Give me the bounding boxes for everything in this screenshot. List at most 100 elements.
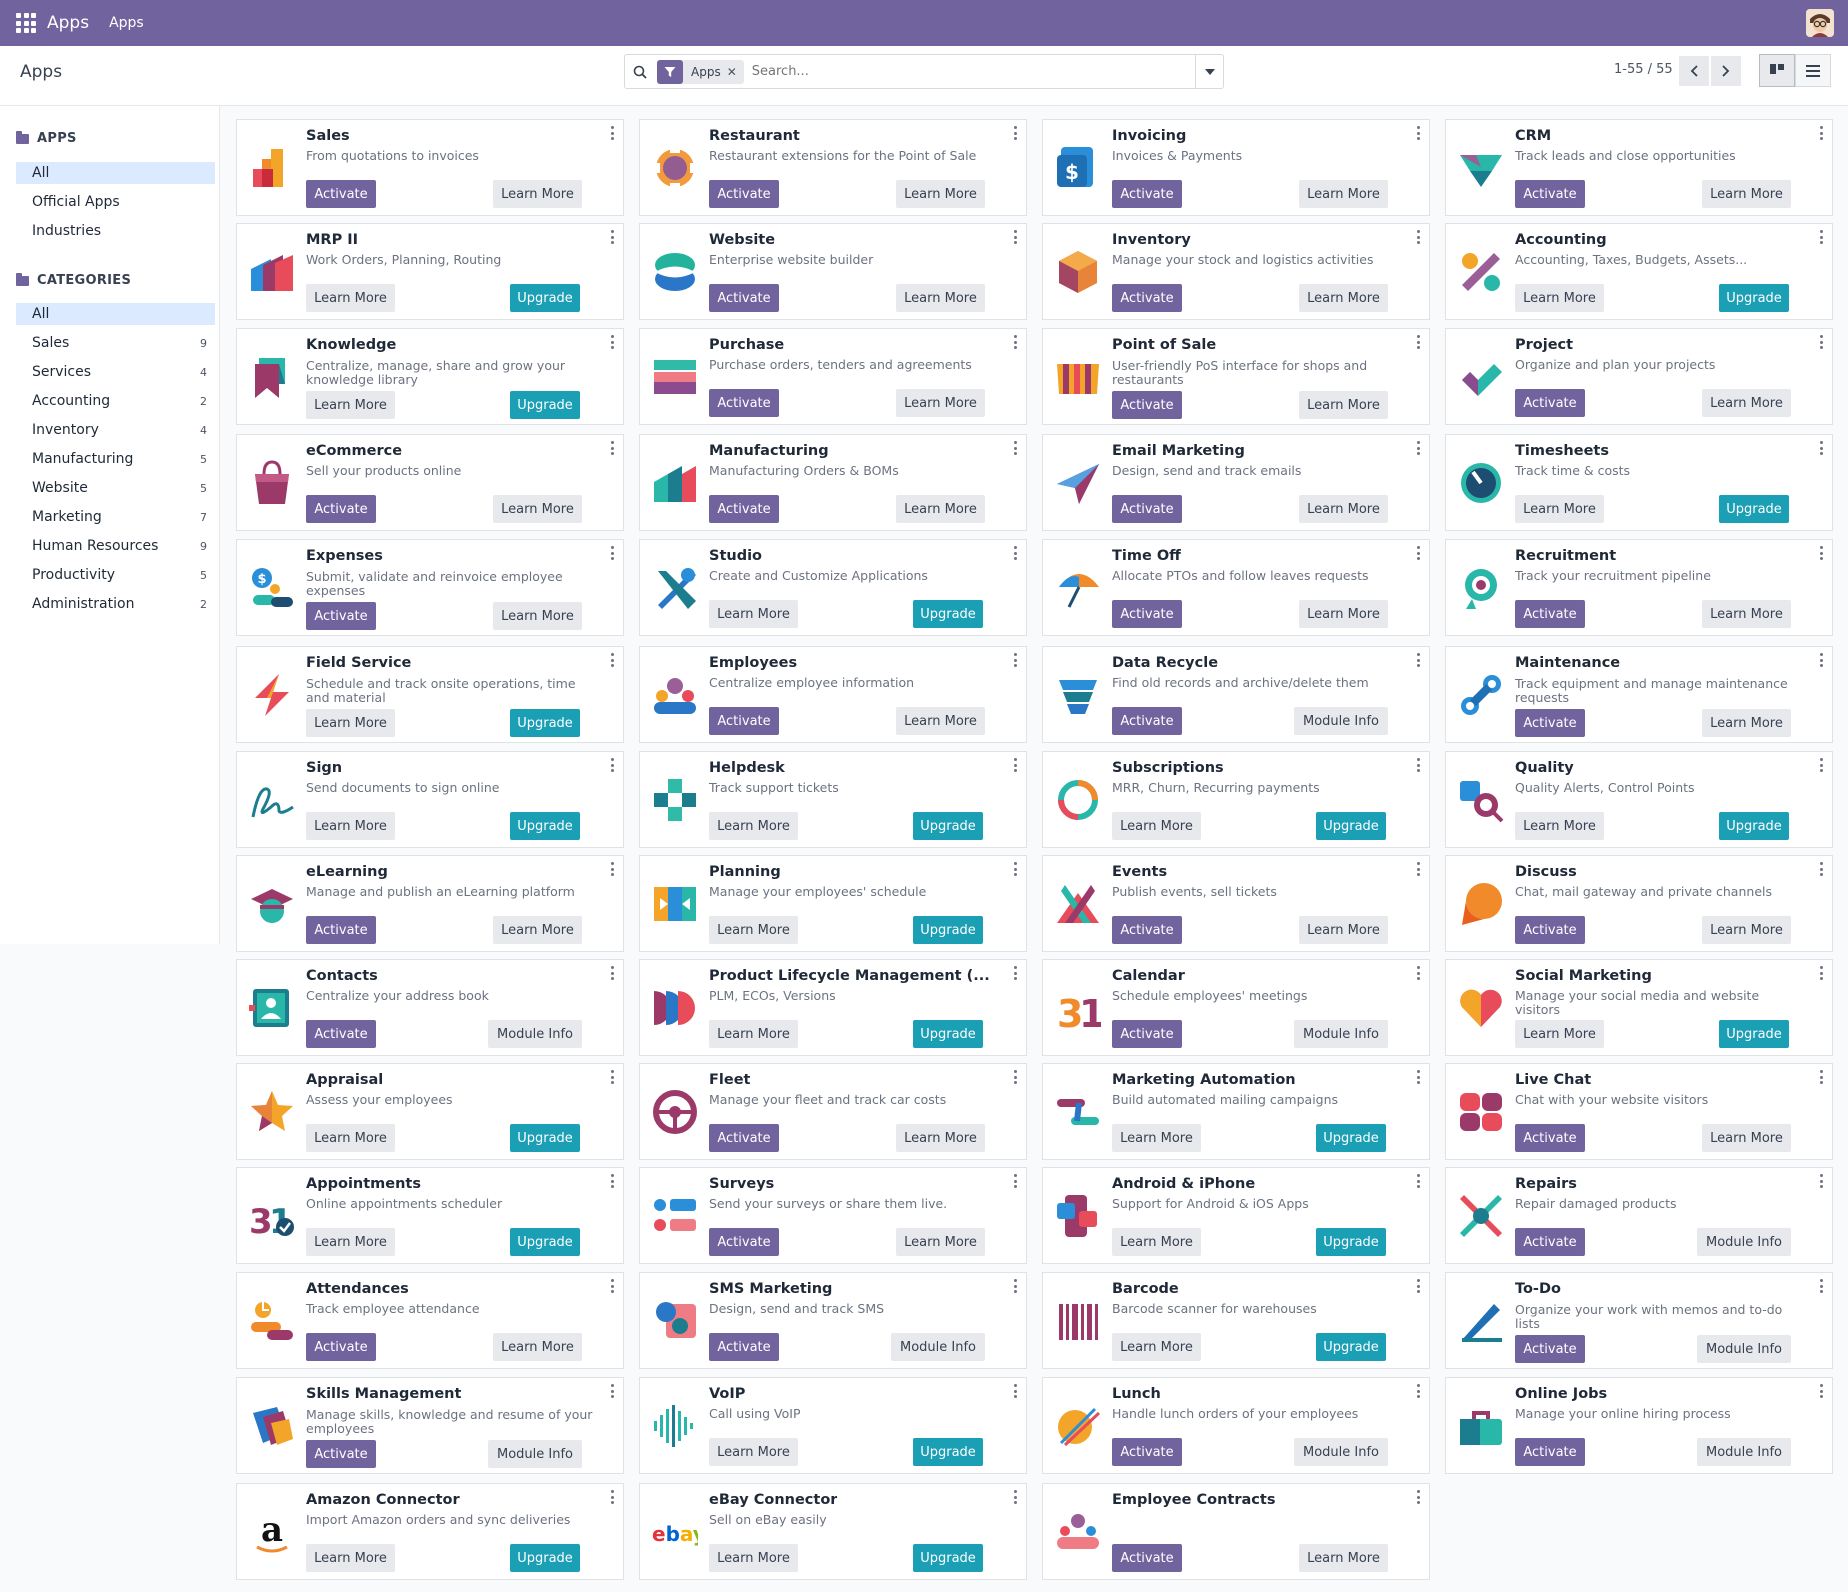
card-menu-icon[interactable]: [1013, 758, 1017, 772]
activate-button[interactable]: Activate: [1112, 284, 1182, 312]
module-info-button[interactable]: Module Info: [1697, 1335, 1791, 1363]
activate-button[interactable]: Activate: [306, 602, 376, 630]
card-menu-icon[interactable]: [1819, 653, 1823, 667]
learn-more-button[interactable]: Learn More: [306, 1228, 395, 1256]
card-menu-icon[interactable]: [610, 1490, 614, 1504]
category-item-services[interactable]: Services 4: [16, 361, 215, 383]
activate-button[interactable]: Activate: [709, 180, 779, 208]
card-menu-icon[interactable]: [610, 126, 614, 140]
card-menu-icon[interactable]: [610, 441, 614, 455]
upgrade-button[interactable]: Upgrade: [510, 709, 580, 737]
activate-button[interactable]: Activate: [709, 389, 779, 417]
learn-more-button[interactable]: Learn More: [896, 495, 985, 523]
card-menu-icon[interactable]: [1013, 1279, 1017, 1293]
upgrade-button[interactable]: Upgrade: [1316, 1124, 1386, 1152]
learn-more-button[interactable]: Learn More: [709, 1544, 798, 1572]
learn-more-button[interactable]: Learn More: [493, 1333, 582, 1361]
card-menu-icon[interactable]: [1013, 1490, 1017, 1504]
learn-more-button[interactable]: Learn More: [306, 391, 395, 419]
pager-previous-button[interactable]: [1679, 56, 1709, 86]
activate-button[interactable]: Activate: [709, 495, 779, 523]
card-menu-icon[interactable]: [1819, 1174, 1823, 1188]
card-menu-icon[interactable]: [1819, 1279, 1823, 1293]
pager-next-button[interactable]: [1711, 56, 1741, 86]
learn-more-button[interactable]: Learn More: [306, 1124, 395, 1152]
card-menu-icon[interactable]: [610, 1174, 614, 1188]
activate-button[interactable]: Activate: [306, 180, 376, 208]
learn-more-button[interactable]: Learn More: [709, 600, 798, 628]
card-menu-icon[interactable]: [1013, 1174, 1017, 1188]
card-menu-icon[interactable]: [610, 335, 614, 349]
activate-button[interactable]: Activate: [709, 1333, 779, 1361]
learn-more-button[interactable]: Learn More: [896, 180, 985, 208]
activate-button[interactable]: Activate: [1515, 1228, 1585, 1256]
upgrade-button[interactable]: Upgrade: [1719, 812, 1789, 840]
card-menu-icon[interactable]: [610, 546, 614, 560]
activate-button[interactable]: Activate: [709, 1228, 779, 1256]
learn-more-button[interactable]: Learn More: [1515, 495, 1604, 523]
category-item-productivity[interactable]: Productivity 5: [16, 564, 215, 586]
pager-value[interactable]: 1-55 / 55: [1614, 62, 1673, 77]
card-menu-icon[interactable]: [1416, 653, 1420, 667]
card-menu-icon[interactable]: [610, 1279, 614, 1293]
learn-more-button[interactable]: Learn More: [896, 284, 985, 312]
learn-more-button[interactable]: Learn More: [709, 1438, 798, 1466]
card-menu-icon[interactable]: [1819, 335, 1823, 349]
learn-more-button[interactable]: Learn More: [493, 495, 582, 523]
module-info-button[interactable]: Module Info: [1697, 1438, 1791, 1466]
card-menu-icon[interactable]: [1013, 230, 1017, 244]
learn-more-button[interactable]: Learn More: [1702, 709, 1791, 737]
card-menu-icon[interactable]: [1819, 758, 1823, 772]
card-menu-icon[interactable]: [1416, 230, 1420, 244]
activate-button[interactable]: Activate: [1515, 1438, 1585, 1466]
card-menu-icon[interactable]: [1013, 653, 1017, 667]
learn-more-button[interactable]: Learn More: [1299, 1544, 1388, 1572]
card-menu-icon[interactable]: [1819, 441, 1823, 455]
learn-more-button[interactable]: Learn More: [1299, 391, 1388, 419]
learn-more-button[interactable]: Learn More: [1299, 284, 1388, 312]
learn-more-button[interactable]: Learn More: [493, 602, 582, 630]
module-info-button[interactable]: Module Info: [1294, 1020, 1388, 1048]
upgrade-button[interactable]: Upgrade: [913, 916, 983, 944]
apps-filter-all[interactable]: All: [16, 162, 215, 184]
card-menu-icon[interactable]: [1013, 1384, 1017, 1398]
card-menu-icon[interactable]: [1416, 441, 1420, 455]
learn-more-button[interactable]: Learn More: [1702, 600, 1791, 628]
card-menu-icon[interactable]: [1416, 126, 1420, 140]
card-menu-icon[interactable]: [1416, 1070, 1420, 1084]
search-options-toggle[interactable]: [1195, 55, 1223, 88]
card-menu-icon[interactable]: [1819, 862, 1823, 876]
navbar-menu-apps[interactable]: Apps: [109, 15, 144, 31]
learn-more-button[interactable]: Learn More: [896, 1124, 985, 1152]
activate-button[interactable]: Activate: [1515, 389, 1585, 417]
card-menu-icon[interactable]: [1819, 126, 1823, 140]
activate-button[interactable]: Activate: [306, 1440, 376, 1468]
learn-more-button[interactable]: Learn More: [1112, 812, 1201, 840]
upgrade-button[interactable]: Upgrade: [510, 1124, 580, 1152]
apps-filter-official[interactable]: Official Apps: [16, 191, 215, 213]
learn-more-button[interactable]: Learn More: [709, 812, 798, 840]
activate-button[interactable]: Activate: [709, 707, 779, 735]
upgrade-button[interactable]: Upgrade: [913, 812, 983, 840]
card-menu-icon[interactable]: [610, 1384, 614, 1398]
upgrade-button[interactable]: Upgrade: [1316, 812, 1386, 840]
learn-more-button[interactable]: Learn More: [709, 916, 798, 944]
apps-filter-industries[interactable]: Industries: [16, 220, 215, 242]
card-menu-icon[interactable]: [1013, 966, 1017, 980]
card-menu-icon[interactable]: [1819, 546, 1823, 560]
upgrade-button[interactable]: Upgrade: [913, 1020, 983, 1048]
activate-button[interactable]: Activate: [1112, 600, 1182, 628]
category-item-all[interactable]: All: [16, 303, 215, 325]
activate-button[interactable]: Activate: [709, 1124, 779, 1152]
learn-more-button[interactable]: Learn More: [1112, 1228, 1201, 1256]
card-menu-icon[interactable]: [1416, 1384, 1420, 1398]
activate-button[interactable]: Activate: [1112, 495, 1182, 523]
card-menu-icon[interactable]: [1416, 1490, 1420, 1504]
activate-button[interactable]: Activate: [1112, 1544, 1182, 1572]
learn-more-button[interactable]: Learn More: [1112, 1124, 1201, 1152]
upgrade-button[interactable]: Upgrade: [1719, 284, 1789, 312]
card-menu-icon[interactable]: [1416, 1279, 1420, 1293]
upgrade-button[interactable]: Upgrade: [1316, 1228, 1386, 1256]
card-menu-icon[interactable]: [1819, 230, 1823, 244]
learn-more-button[interactable]: Learn More: [1299, 600, 1388, 628]
